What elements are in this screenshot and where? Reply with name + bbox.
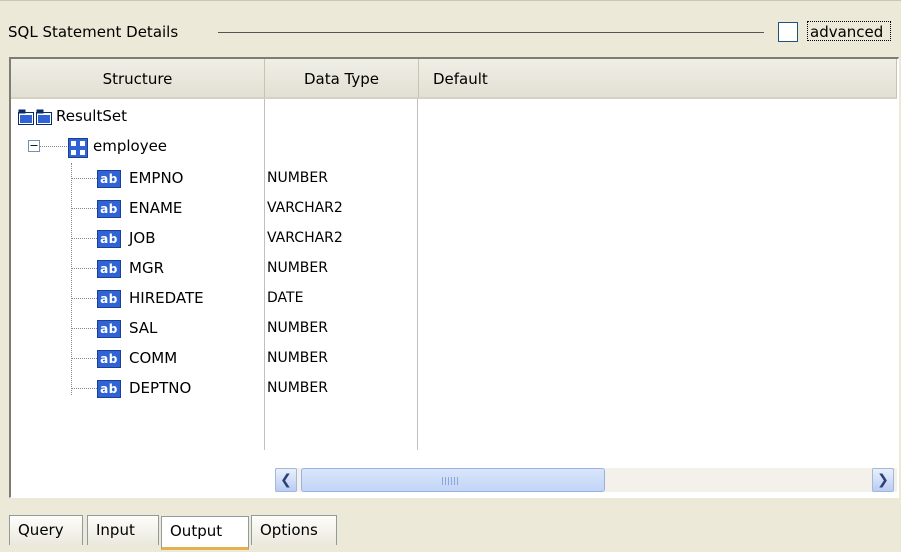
field-type: NUMBER — [267, 170, 328, 186]
tree-row-resultset[interactable]: ResultSet — [11, 101, 897, 131]
column-header-structure[interactable]: Structure — [11, 59, 265, 99]
field-type: DATE — [267, 290, 304, 306]
field-name: JOB — [129, 229, 156, 247]
tree-label: employee — [93, 137, 168, 155]
group-divider — [218, 32, 764, 33]
tab-query[interactable]: Query — [9, 515, 83, 545]
group-title: SQL Statement Details — [8, 22, 183, 42]
string-field-icon: ab — [97, 260, 121, 278]
field-type: NUMBER — [267, 380, 328, 396]
table-row[interactable]: ab MGR NUMBER — [11, 253, 897, 283]
table-row[interactable]: ab JOB VARCHAR2 — [11, 223, 897, 253]
field-type: VARCHAR2 — [267, 200, 343, 216]
tab-bar: Query Input Output Options — [9, 512, 899, 552]
field-name: SAL — [129, 319, 158, 337]
field-type: VARCHAR2 — [267, 230, 343, 246]
field-type: NUMBER — [267, 350, 328, 366]
tree-row-employee[interactable]: − employee — [11, 133, 897, 163]
string-field-icon: ab — [97, 200, 121, 218]
collapse-icon[interactable]: − — [28, 140, 40, 152]
tree-connector — [71, 268, 97, 269]
tree-connector — [71, 178, 97, 179]
table-row[interactable]: ab HIREDATE DATE — [11, 283, 897, 313]
string-field-icon: ab — [97, 380, 121, 398]
column-header-data-type[interactable]: Data Type — [265, 59, 419, 99]
grip-icon — [442, 477, 460, 485]
string-field-icon: ab — [97, 290, 121, 308]
tree-connector — [71, 208, 97, 209]
tab-input[interactable]: Input — [87, 515, 159, 545]
table-row[interactable]: ab DEPTNO NUMBER — [11, 373, 897, 403]
horizontal-scrollbar[interactable]: ❮ ❯ — [275, 468, 897, 492]
tree-connector — [71, 298, 97, 299]
scrollbar-thumb[interactable] — [301, 468, 605, 492]
table-icon — [68, 138, 88, 158]
tree-connector — [71, 328, 97, 329]
tree-connector — [40, 146, 67, 147]
string-field-icon: ab — [97, 170, 121, 188]
tab-options[interactable]: Options — [251, 515, 337, 545]
string-field-icon: ab — [97, 350, 121, 368]
tree-connector — [71, 358, 97, 359]
field-name: MGR — [129, 259, 164, 277]
folder-icon — [18, 109, 52, 125]
field-name: ENAME — [129, 199, 183, 217]
table-row[interactable]: ab SAL NUMBER — [11, 313, 897, 343]
table-row[interactable]: ab COMM NUMBER — [11, 343, 897, 373]
string-field-icon: ab — [97, 230, 121, 248]
table-row[interactable]: ab EMPNO NUMBER — [11, 163, 897, 193]
scroll-right-icon[interactable]: ❯ — [872, 468, 894, 492]
advanced-checkbox[interactable] — [778, 22, 798, 42]
tree-connector — [71, 388, 97, 389]
column-header-default[interactable]: Default — [419, 59, 897, 99]
tab-output[interactable]: Output — [161, 516, 249, 550]
field-type: NUMBER — [267, 320, 328, 336]
field-name: HIREDATE — [129, 289, 204, 307]
scrollbar-corner — [11, 468, 275, 492]
scroll-left-icon[interactable]: ❮ — [275, 468, 297, 492]
tree-label: ResultSet — [56, 107, 127, 125]
top-border — [0, 0, 901, 9]
string-field-icon: ab — [97, 320, 121, 338]
field-name: COMM — [129, 349, 178, 367]
advanced-label[interactable]: advanced — [807, 21, 891, 41]
structure-table: Structure Data Type Default ResultSet − … — [9, 57, 899, 498]
table-row[interactable]: ab ENAME VARCHAR2 — [11, 193, 897, 223]
field-name: EMPNO — [129, 169, 184, 187]
field-name: DEPTNO — [129, 379, 192, 397]
field-type: NUMBER — [267, 260, 328, 276]
tree-connector — [71, 238, 97, 239]
